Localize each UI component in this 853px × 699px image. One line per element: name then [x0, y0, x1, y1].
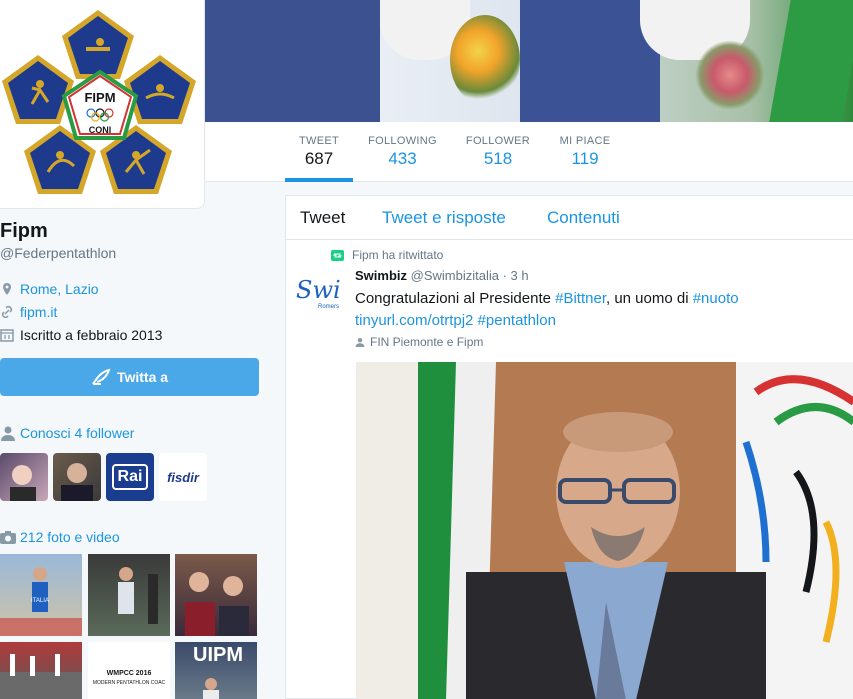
location-link[interactable]: Rome, Lazio — [20, 281, 99, 297]
logo-text-fipm: FIPM — [84, 90, 115, 105]
fisdir-logo-text: fisdir — [167, 469, 199, 485]
media-photo-runner: ITALIA — [0, 567, 82, 636]
timeline: Tweet Tweet e risposte Contenuti Fipm ha… — [285, 195, 853, 699]
tweet-url-link[interactable]: tinyurl.com/otrtpj2 — [355, 312, 473, 329]
quill-icon — [92, 368, 111, 385]
stat-followers-value: 518 — [483, 149, 513, 168]
timeline-tabs: Tweet Tweet e risposte Contenuti — [286, 196, 853, 240]
stat-following-label: FOLLOWING — [368, 135, 437, 147]
stat-followers-label: FOLLOWER — [465, 135, 531, 147]
tab-tweets-replies[interactable]: Tweet e risposte — [382, 208, 506, 228]
tweet-author-avatar[interactable]: Swi Romers — [296, 276, 346, 316]
logo-text-coni: CONI — [89, 125, 112, 135]
tagged-users[interactable]: FIN Piemonte e Fipm — [355, 335, 483, 349]
follower-avatar[interactable] — [53, 453, 101, 501]
profile-name[interactable]: Fipm — [0, 220, 48, 243]
tweet-author-handle[interactable]: @Swimbizitalia — [411, 268, 499, 283]
follower-photo — [10, 465, 36, 501]
person-icon — [355, 337, 365, 347]
map-pin-icon — [3, 283, 11, 295]
stat-tweets[interactable]: TWEET 687 — [285, 122, 353, 182]
swimbiz-logo-sub: Romers — [318, 304, 340, 310]
media-photo-two-athletes — [185, 572, 249, 636]
stat-likes-value: 119 — [571, 149, 599, 168]
media-thumbnail[interactable] — [0, 642, 82, 699]
hashtag-link[interactable]: #nuoto — [693, 290, 739, 307]
person-icon — [1, 426, 15, 441]
known-followers-label: Conosci 4 follower — [20, 425, 135, 441]
tweet-photo-image — [356, 362, 853, 699]
italia-text: ITALIA — [31, 598, 49, 604]
retweet-context: Fipm ha ritwittato — [331, 248, 443, 262]
follower-avatar[interactable] — [0, 453, 48, 501]
media-thumbnail[interactable]: ITALIA — [0, 554, 82, 636]
link-icon — [1, 305, 13, 319]
media-photo-fencing — [0, 654, 82, 699]
stat-tweets-label: TWEET — [299, 135, 339, 147]
media-thumbnail[interactable]: WMPCC 2016 MODERN PENTATHLON COAC — [88, 642, 170, 699]
tagged-label: FIN Piemonte e Fipm — [370, 335, 484, 349]
stat-following[interactable]: FOLLOWING 433 — [365, 122, 440, 182]
follower-avatar-fisdir[interactable]: fisdir — [159, 453, 207, 501]
stat-following-value: 433 — [388, 149, 417, 168]
profile-joined: Iscritto a febbraio 2013 — [0, 327, 162, 343]
photos-videos-label: 212 foto e video — [20, 529, 120, 545]
stat-likes-label: MI PIACE — [559, 135, 611, 147]
tweet-text-part: Congratulazioni al Presidente — [355, 290, 556, 307]
stat-tweets-value: 687 — [304, 149, 334, 168]
wmpcc-title: WMPCC 2016 — [106, 670, 152, 677]
follower-avatar-rai[interactable]: Rai — [106, 453, 154, 501]
media-photo-athlete — [118, 567, 158, 624]
swimbiz-logo-text: Swi — [296, 276, 341, 304]
banner-athlete-right — [520, 0, 660, 122]
wmpcc-subtitle: MODERN PENTATHLON COAC — [92, 680, 166, 686]
rai-logo-text: Rai — [111, 464, 149, 490]
stat-likes[interactable]: MI PIACE 119 — [557, 122, 613, 182]
website-link[interactable]: fipm.it — [20, 304, 57, 320]
banner-flowers-yellow — [450, 15, 520, 105]
fipm-logo: FIPM CONI — [2, 10, 196, 194]
tweet-to-label: Twitta a — [116, 369, 169, 385]
camera-icon — [0, 531, 16, 544]
tweet-to-button[interactable]: Twitta a — [0, 358, 259, 396]
tweet-timestamp[interactable]: · 3 h — [503, 268, 529, 283]
tab-tweets[interactable]: Tweet — [300, 208, 345, 228]
media-photo-uipm — [203, 678, 219, 699]
profile-handle[interactable]: @Federpentathlon — [0, 245, 116, 261]
follower-photo — [61, 463, 93, 501]
known-followers-link[interactable]: Conosci 4 follower — [0, 425, 134, 441]
tweet-text: Congratulazioni al Presidente #Bittner, … — [355, 288, 850, 332]
tweet-header: Swimbiz @Swimbizitalia · 3 h — [355, 268, 529, 283]
tweet-photo[interactable] — [356, 362, 853, 699]
banner-athlete-left — [200, 0, 380, 122]
hashtag-link[interactable]: #pentathlon — [478, 312, 556, 329]
banner-flag-green — [769, 0, 853, 122]
media-thumbnail[interactable] — [88, 554, 170, 636]
retweet-label[interactable]: Fipm ha ritwittato — [352, 248, 443, 262]
photos-videos-link[interactable]: 212 foto e video — [0, 529, 120, 545]
tweet-author-name[interactable]: Swimbiz — [355, 268, 407, 283]
profile-avatar[interactable]: FIPM CONI — [0, 0, 205, 209]
retweet-icon — [331, 249, 344, 261]
banner-flowers-pink — [695, 40, 765, 110]
tweet-text-part: , un uomo di — [606, 290, 693, 307]
hashtag-link[interactable]: #Bittner — [555, 290, 606, 307]
tab-media[interactable]: Contenuti — [547, 208, 620, 228]
profile-location: Rome, Lazio — [0, 281, 99, 297]
media-thumbnail[interactable]: UIPM — [175, 642, 257, 699]
stat-followers[interactable]: FOLLOWER 518 — [463, 122, 533, 182]
profile-nav: TWEET 687 FOLLOWING 433 FOLLOWER 518 MI … — [205, 122, 853, 182]
media-thumbnail[interactable] — [175, 554, 257, 636]
calendar-icon — [0, 329, 14, 342]
profile-website: fipm.it — [0, 304, 57, 320]
joined-text: Iscritto a febbraio 2013 — [20, 327, 163, 343]
